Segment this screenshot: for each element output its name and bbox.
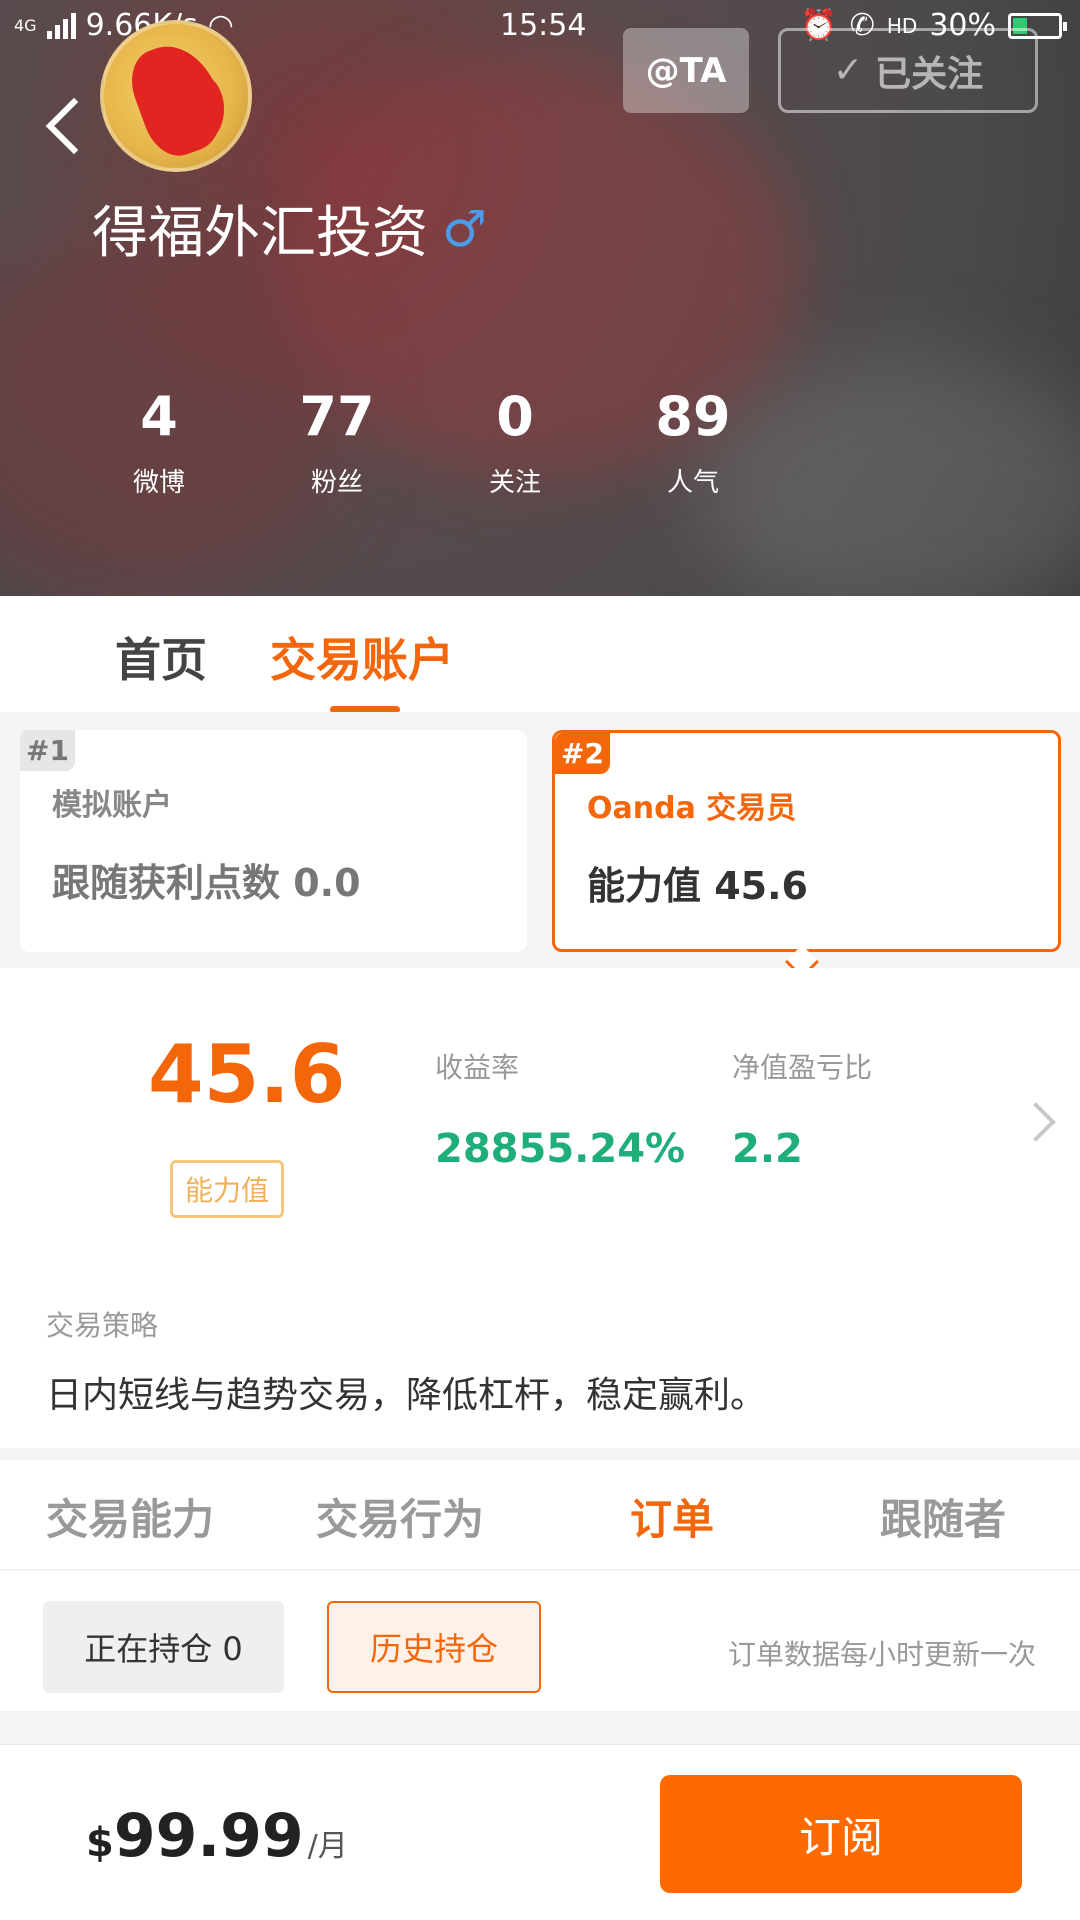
tab-trading-behavior[interactable]: 交易行为 — [316, 1486, 484, 1547]
metric-label: 净值盈亏比 — [732, 1051, 873, 1084]
profile-name-row: 得福外汇投资 ♂ — [92, 188, 487, 269]
account-card-demo[interactable]: #1 模拟账户 跟随获利点数 0.0 — [20, 730, 527, 952]
strategy-text: 日内短线与趋势交易，降低杠杆，稳定赢利。 — [46, 1375, 767, 1416]
history-positions-button[interactable]: 历史持仓 — [327, 1601, 541, 1693]
update-note: 订单数据每小时更新一次 — [727, 1638, 1036, 1671]
current-positions-button[interactable]: 正在持仓 0 — [43, 1601, 284, 1693]
metric-profit-loss-ratio: 净值盈亏比 2.2 — [732, 1046, 872, 1172]
signal-icon — [46, 12, 76, 39]
ability-tag: 能力值 — [170, 1160, 285, 1218]
stat-label: 关注 — [488, 468, 541, 498]
tab-label: 交易账户 — [270, 633, 454, 687]
stat-label: 人气 — [666, 468, 719, 498]
follow-label: 已关注 — [875, 53, 984, 95]
stat-following[interactable]: 0 关注 — [426, 385, 604, 499]
stat-value: 4 — [140, 385, 178, 448]
stat-label: 粉丝 — [310, 468, 363, 498]
account-title: 模拟账户 — [52, 788, 172, 823]
tab-trading-ability[interactable]: 交易能力 — [46, 1486, 214, 1547]
price: $ 99.99 /月 — [86, 1801, 348, 1871]
price-period: /月 — [307, 1829, 348, 1864]
chevron-right-icon[interactable] — [1016, 1102, 1056, 1142]
account-rank-badge: #2 — [555, 733, 610, 774]
tab-home[interactable]: 首页 — [115, 624, 207, 690]
stat-label: 微博 — [132, 468, 185, 498]
account-value: 跟随获利点数 0.0 — [52, 861, 361, 905]
profile-stats: 4 微博 77 粉丝 0 关注 89 人气 — [70, 385, 782, 499]
order-filters: 正在持仓 0 历史持仓 订单数据每小时更新一次 — [0, 1571, 1080, 1711]
tab-orders[interactable]: 订单 — [630, 1486, 714, 1547]
account-cards: #1 模拟账户 跟随获利点数 0.0 #2 Oanda 交易员 能力值 45.6 — [0, 712, 1080, 979]
main-tabs: 首页 交易账户 — [0, 596, 1080, 713]
follow-button[interactable]: ✓ 已关注 — [778, 28, 1038, 113]
ability-panel[interactable]: 45.6 能力值 收益率 28855.24% 净值盈亏比 2.2 交易策略 日内… — [0, 968, 1080, 1448]
price-amount: 99.99 — [113, 1801, 304, 1871]
account-card-oanda[interactable]: #2 Oanda 交易员 能力值 45.6 — [552, 730, 1061, 952]
profile-name: 得福外汇投资 — [92, 201, 428, 266]
subscribe-bar: $ 99.99 /月 订阅 — [0, 1744, 1080, 1920]
chevron-left-icon — [45, 97, 103, 155]
metric-return-rate: 收益率 28855.24% — [435, 1046, 685, 1172]
metric-label: 收益率 — [435, 1051, 520, 1084]
avatar[interactable] — [100, 20, 252, 172]
ability-value: 45.6 — [148, 1028, 346, 1121]
stat-posts[interactable]: 4 微博 — [70, 385, 248, 499]
sub-tabs: 交易能力 交易行为 订单 跟随者 — [0, 1460, 1080, 1570]
profile-header: 4G 9.66K/s ◠ 15:54 ⏰ ✆ HD 30% @TA ✓ 已关注 … — [0, 0, 1080, 596]
account-rank-badge: #1 — [20, 730, 75, 771]
male-icon: ♂ — [442, 199, 487, 258]
back-button[interactable] — [40, 92, 103, 162]
metric-value: 28855.24% — [435, 1126, 686, 1172]
tab-followers[interactable]: 跟随者 — [880, 1486, 1006, 1547]
stat-fans[interactable]: 77 粉丝 — [248, 385, 426, 499]
price-currency: $ — [86, 1820, 114, 1866]
stat-value: 0 — [496, 385, 534, 448]
subscribe-button[interactable]: 订阅 — [660, 1775, 1022, 1893]
stat-popularity[interactable]: 89 人气 — [604, 385, 782, 499]
account-title: Oanda 交易员 — [587, 791, 797, 826]
tab-trading-account[interactable]: 交易账户 — [270, 624, 454, 713]
network-type: 4G — [14, 16, 37, 35]
metric-value: 2.2 — [732, 1126, 803, 1172]
account-value: 能力值 45.6 — [587, 864, 808, 908]
mention-button[interactable]: @TA — [623, 28, 749, 113]
check-icon: ✓ — [832, 50, 864, 91]
stat-value: 89 — [655, 385, 731, 448]
strategy-label: 交易策略 — [46, 1309, 159, 1342]
clock: 15:54 — [500, 8, 587, 43]
stat-value: 77 — [299, 385, 375, 448]
